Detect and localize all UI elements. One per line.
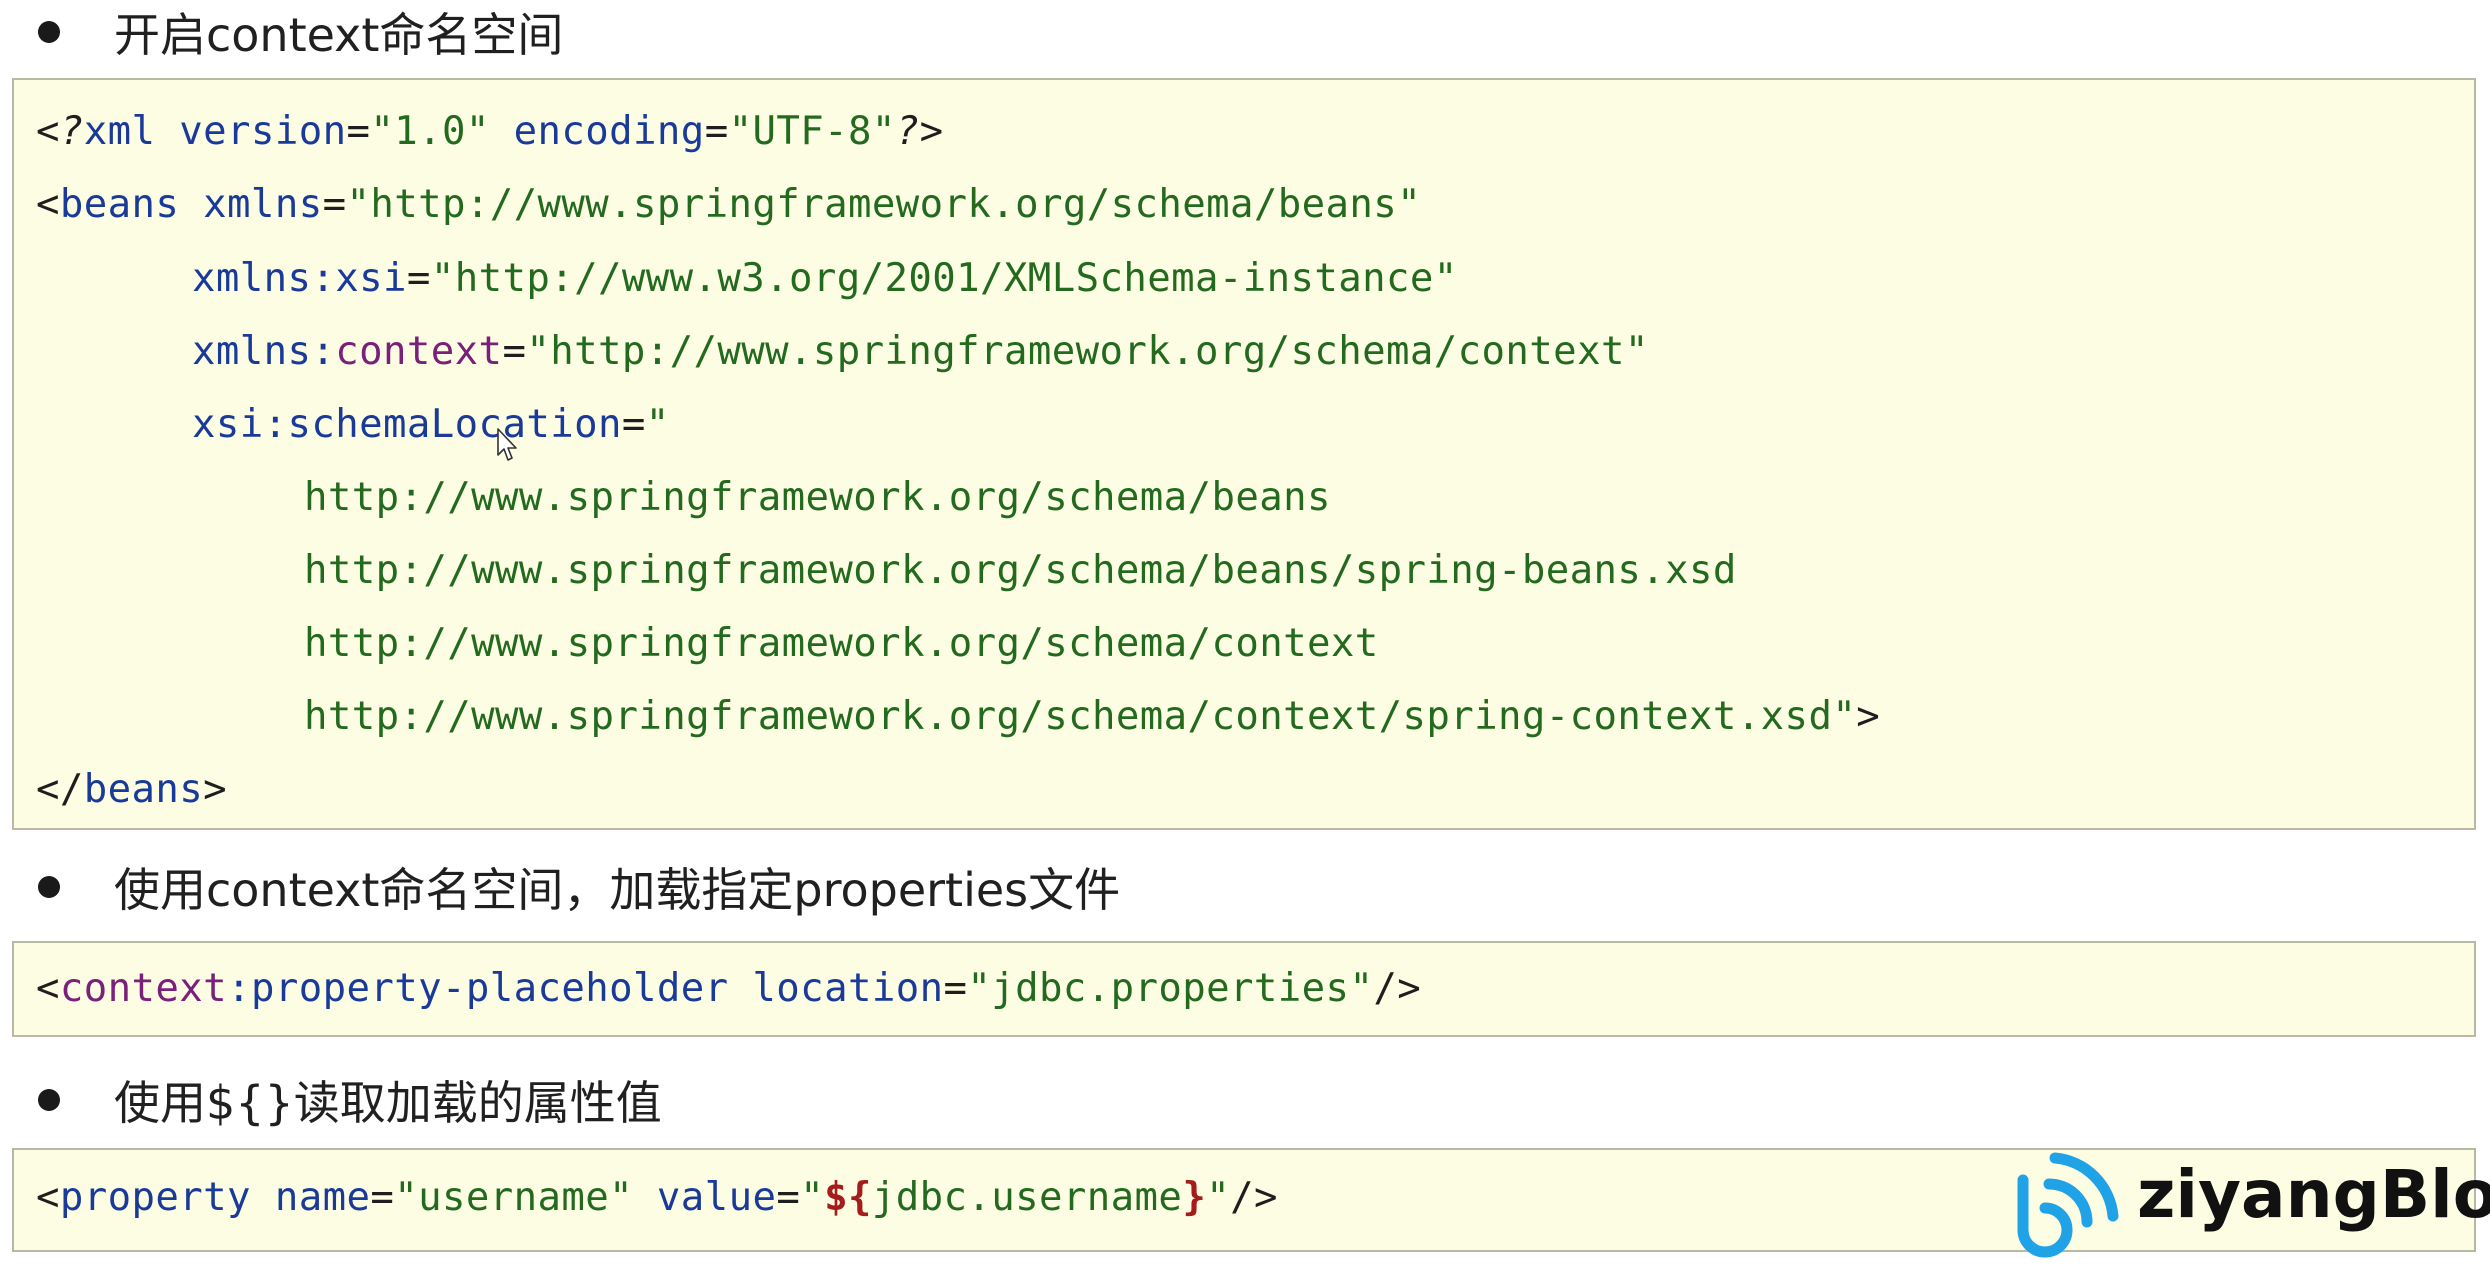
code-line-property-username: <property name="username" value="${jdbc.… — [36, 1175, 1278, 1220]
code-line-xmlns-xsi: xmlns:xsi="http://www.w3.org/2001/XMLSch… — [192, 256, 1458, 301]
code-line-url-beans: http://www.springframework.org/schema/be… — [304, 475, 1331, 520]
ziyangblog-watermark: ziyangBlog — [2005, 1150, 2490, 1260]
code-line-url-beans-xsd: http://www.springframework.org/schema/be… — [304, 548, 1737, 593]
section-heading: 使用${}读取加载的属性值 — [114, 1076, 662, 1130]
code-block-beans-config: <?xml version="1.0" encoding="UTF-8"?> <… — [12, 78, 2476, 830]
mouse-pointer-icon — [497, 428, 517, 461]
code-line-url-context: http://www.springframework.org/schema/co… — [304, 621, 1379, 666]
code-line-xmlns-context: xmlns:context="http://www.springframewor… — [192, 329, 1649, 374]
bullet-dot-icon — [38, 1089, 60, 1111]
section-heading: 开启context命名空间 — [114, 8, 564, 62]
code-block-property-placeholder: <context:property-placeholder location="… — [12, 941, 2476, 1037]
code-line-schema-location: xsi:schemaLocation=" — [192, 402, 670, 447]
code-line-beans-open: <beans xmlns="http://www.springframework… — [36, 182, 1422, 227]
section-heading: 使用context命名空间，加载指定properties文件 — [114, 863, 1121, 917]
bullet-dot-icon — [38, 876, 60, 898]
code-line-property-placeholder: <context:property-placeholder location="… — [36, 966, 1422, 1011]
watermark-text: ziyangBlog — [2137, 1156, 2490, 1233]
code-line-beans-close: </beans> — [36, 767, 228, 812]
wifi-signal-logo-icon — [2017, 1152, 2119, 1258]
code-line-url-context-xsd: http://www.springframework.org/schema/co… — [304, 694, 1881, 739]
bullet-dot-icon — [38, 21, 60, 43]
code-line-xml-declaration: <?xml version="1.0" encoding="UTF-8"?> — [36, 109, 944, 154]
